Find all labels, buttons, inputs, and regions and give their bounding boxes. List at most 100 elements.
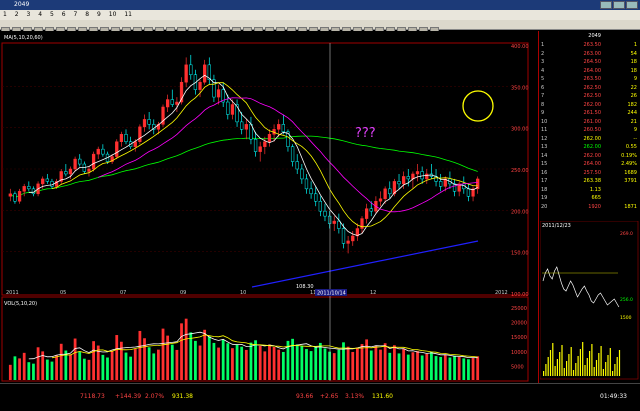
quote-row-value2: 21	[630, 118, 637, 125]
candle-body	[476, 178, 480, 190]
menu-item[interactable]: 1	[0, 10, 10, 20]
volume-bar	[323, 348, 327, 380]
menu-item[interactable]: 10	[106, 10, 120, 20]
mini-volume-bar	[561, 345, 563, 376]
candle-body	[50, 181, 54, 187]
candle-body	[369, 208, 373, 212]
minimize-button[interactable]	[600, 1, 612, 9]
status-otc-percent: 3.13%	[345, 393, 365, 400]
menu-item[interactable]: 4	[35, 10, 45, 20]
mini-volume-bar	[563, 368, 565, 376]
quote-row: 5 263.50 9	[541, 75, 639, 83]
menu-item[interactable]: 2	[12, 10, 22, 20]
volume-bar	[92, 341, 95, 380]
quote-row-value: 262.00	[583, 152, 602, 159]
annotation-text: ???	[355, 126, 376, 141]
volume-bar	[430, 351, 433, 380]
price-tick-label: 200.00	[511, 209, 529, 215]
volume-bar	[402, 348, 406, 380]
menu-item[interactable]: 5	[47, 10, 57, 20]
quote-row: 13 262.00 0.55	[541, 143, 639, 151]
kline-chart-area[interactable]: MA(5,10,20,60) VOL(5,10,20) 400.00 350.00…	[0, 31, 538, 383]
candle-body	[240, 121, 244, 130]
x-tick-label: 05	[60, 290, 66, 296]
volume-bar	[124, 352, 128, 380]
candle-body	[142, 119, 147, 128]
status-otc-change: +2.65	[320, 393, 339, 400]
quote-row: 3 264.50 18	[541, 58, 639, 66]
quote-row-value: 264.00	[583, 161, 602, 167]
mini-volume-bar	[618, 350, 621, 376]
mini-hi-label: 269.0	[620, 231, 633, 237]
price-tick-label: 350.00	[511, 85, 529, 91]
menu-item[interactable]: 3	[24, 10, 34, 20]
mini-volume-bar	[614, 364, 616, 376]
candle-body	[425, 173, 429, 180]
volume-bar	[129, 356, 133, 380]
candle-body	[226, 101, 230, 115]
volume-bar	[82, 358, 86, 380]
close-button[interactable]	[626, 1, 638, 9]
menu-item[interactable]: 9	[94, 10, 104, 20]
menu-item[interactable]: 6	[59, 10, 69, 20]
volume-bar	[420, 355, 424, 380]
quote-row-value: 1.13	[589, 186, 601, 193]
mini-volume-bar	[607, 355, 609, 376]
quote-row: 7 262.50 26	[541, 92, 639, 100]
candle-body	[198, 81, 202, 90]
x-tick-label: 07	[120, 290, 126, 296]
candle-body	[415, 171, 420, 175]
quote-row-value: 263.50	[583, 42, 602, 48]
mini-chart-date: 2011/12/23	[542, 223, 571, 229]
quote-row-value2: 1689	[624, 169, 637, 176]
volume-bar	[73, 338, 77, 380]
candle-body	[230, 104, 235, 115]
quote-row-value: 261.00	[583, 118, 602, 125]
status-clock: 01:49:33	[600, 393, 627, 400]
quote-row-label: 19	[541, 195, 548, 201]
candle-body	[115, 141, 119, 157]
toolbar	[0, 20, 640, 35]
volume-bar	[314, 346, 318, 380]
menu-item[interactable]: 11	[121, 10, 135, 20]
volume-bar	[360, 344, 364, 380]
volume-bar	[476, 356, 480, 380]
kline-chart[interactable]: MA(5,10,20,60) VOL(5,10,20) 400.00 350.00…	[0, 31, 538, 383]
price-tick-label: 150.00	[511, 251, 529, 257]
volume-bar	[59, 343, 63, 380]
volume-bar	[231, 348, 234, 380]
candle-body	[124, 134, 128, 142]
quote-row-label: 8	[541, 101, 545, 108]
candle-body	[318, 200, 322, 212]
mini-volume-bar	[591, 344, 593, 376]
volume-bar	[443, 354, 447, 380]
candle-body	[147, 119, 151, 125]
quote-row-value2: 9	[633, 127, 637, 133]
volume-bar	[453, 355, 456, 380]
volume-bar	[281, 351, 285, 380]
volume-bar	[416, 351, 419, 380]
candle-body	[290, 146, 295, 162]
menu-item[interactable]: 7	[71, 10, 81, 20]
menu-item[interactable]: 8	[82, 10, 92, 20]
volume-bar	[434, 356, 438, 380]
quote-row: 12 262.00 --	[541, 135, 639, 143]
maximize-button[interactable]	[613, 1, 625, 9]
ma-header: MA(5,10,20,60)	[4, 35, 43, 41]
price-tick-label: 400.00	[511, 44, 529, 50]
quote-row-label: 10	[541, 118, 548, 125]
volume-bar	[22, 352, 26, 380]
volume-bar	[147, 347, 151, 380]
status-index-change: +144.39	[115, 393, 142, 400]
candle-body	[258, 146, 262, 152]
volume-bar	[383, 343, 387, 380]
x-tick-label: 2012	[495, 290, 508, 296]
quote-row-value: 262.00	[583, 135, 602, 142]
candle-body	[309, 188, 313, 195]
volume-bar	[143, 338, 146, 380]
volume-bar	[115, 335, 119, 380]
volume-bar	[467, 359, 470, 380]
quote-row-value2: 22	[630, 84, 637, 91]
volume-bar	[411, 352, 415, 380]
mini-volume-bar	[600, 346, 602, 376]
